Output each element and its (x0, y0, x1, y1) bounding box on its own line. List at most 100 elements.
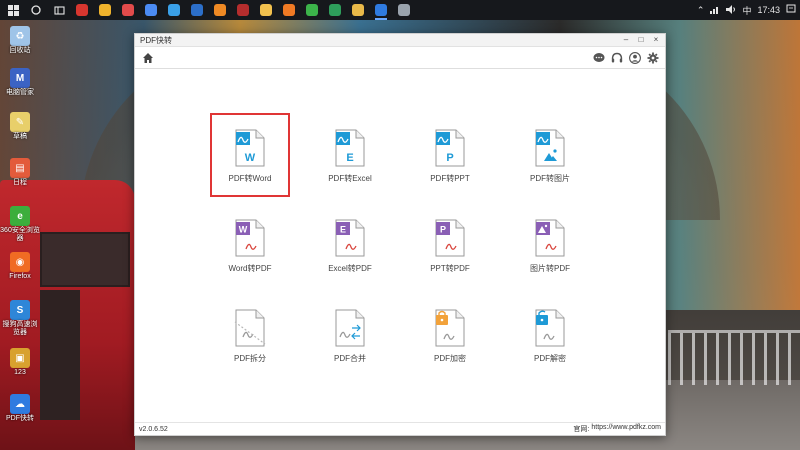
tool-tile[interactable]: PDF拆分 (205, 309, 295, 389)
tool-tile-label: 图片转PDF (530, 264, 570, 273)
app-orange-icon[interactable] (211, 3, 229, 17)
desktop-icon-label: 搜狗高速浏览器 (2, 321, 38, 336)
desktop-icon[interactable]: M 电脑管家 (0, 68, 40, 97)
desktop-icon[interactable]: S 搜狗高速浏览器 (0, 300, 40, 337)
taskbar-apps (73, 3, 418, 20)
wechat-icon-glyph (306, 4, 318, 16)
tool-tile[interactable]: 图片转PDF (505, 219, 595, 299)
tool-tile[interactable]: P PDF转PPT (405, 129, 495, 209)
search-icon[interactable] (27, 3, 45, 17)
pdf-quick-app-icon[interactable] (372, 3, 390, 20)
network-icon[interactable] (710, 5, 720, 16)
chrome-icon[interactable] (142, 3, 160, 17)
notification-icon[interactable] (786, 4, 796, 16)
pdf-decrypt-icon (534, 309, 566, 347)
minimize-button[interactable]: – (622, 35, 630, 45)
version-label: v2.0.6.52 (139, 425, 168, 433)
image-to-pdf-icon (534, 219, 566, 257)
task-view-icon[interactable] (50, 3, 68, 17)
desktop-icon[interactable]: ◉ Firefox (0, 252, 40, 281)
desktop-icon-image: e (10, 206, 30, 226)
file-explorer-icon[interactable] (349, 3, 367, 17)
home-icon[interactable] (141, 51, 155, 65)
clock[interactable]: 17:43 (757, 5, 780, 15)
tool-tile[interactable]: E Excel转PDF (305, 219, 395, 299)
file-explorer-icon-glyph (352, 4, 364, 16)
wallpaper-bus-window (40, 232, 130, 287)
app-red-icon-glyph (122, 4, 134, 16)
svg-text:E: E (340, 225, 346, 235)
app-folder-icon[interactable] (257, 3, 275, 17)
app-red-icon[interactable] (119, 3, 137, 17)
desktop-icon-image: ♻ (10, 26, 30, 46)
wallpaper-bus-door (40, 290, 80, 420)
app-gray-icon[interactable] (395, 3, 413, 17)
tool-tile[interactable]: W Word转PDF (205, 219, 295, 299)
window-titlebar[interactable]: PDF快转 – □ × (135, 34, 665, 47)
chat-icon[interactable] (592, 51, 605, 64)
pdf-encrypt-icon (434, 309, 466, 347)
desktop-icon-image: S (10, 300, 30, 320)
browser-yellow-icon[interactable] (96, 3, 114, 17)
gear-icon[interactable] (646, 51, 659, 64)
app-blue-2-icon[interactable] (188, 3, 206, 17)
tool-grid: W PDF转Word E PDF转Excel P PDF转PPT PDF转图片 W Word转P… (135, 69, 665, 421)
maximize-button[interactable]: □ (637, 35, 645, 45)
app-blue-icon[interactable] (165, 3, 183, 17)
desktop-icon[interactable]: ♻ 回收站 (0, 26, 40, 55)
browser-red-icon-glyph (76, 4, 88, 16)
desktop-icon[interactable]: ✎ 草稿 (0, 112, 40, 141)
tool-tile-label: PDF转图片 (530, 174, 570, 183)
desktop-icon-image: M (10, 68, 30, 88)
desktop-icon-label: 电脑管家 (6, 89, 34, 96)
tool-tile-label: PDF转Excel (328, 174, 372, 183)
wechat-icon[interactable] (303, 3, 321, 17)
desktop-icon-image: ✎ (10, 112, 30, 132)
tool-tile[interactable]: P PPT转PDF (405, 219, 495, 299)
app-orange-2-icon-glyph (283, 4, 295, 16)
close-button[interactable]: × (652, 35, 660, 45)
desktop-icon-image: ◉ (10, 252, 30, 272)
tool-tile[interactable]: PDF转图片 (505, 129, 595, 209)
pdf-to-excel-icon: E (334, 129, 366, 167)
tool-tile[interactable]: E PDF转Excel (305, 129, 395, 209)
tool-tile-label: PDF解密 (534, 354, 566, 363)
svg-text:P: P (440, 225, 446, 235)
selection-highlight (210, 113, 290, 197)
desktop-icon[interactable]: e 360安全浏览器 (0, 206, 40, 243)
chrome-icon-glyph (145, 4, 157, 16)
tool-tile-label: Word转PDF (228, 264, 272, 273)
excel-to-pdf-icon: E (334, 219, 366, 257)
volume-icon[interactable] (726, 4, 736, 16)
website-label: 官网: (573, 426, 590, 433)
headset-icon[interactable] (610, 51, 623, 64)
tool-tile-label: PDF拆分 (234, 354, 266, 363)
ppt-to-pdf-icon: P (434, 219, 466, 257)
pdf-merge-icon (334, 309, 366, 347)
svg-text:W: W (239, 225, 248, 235)
desktop-icon-label: 123 (14, 369, 26, 376)
user-icon[interactable] (628, 51, 641, 64)
app-green-icon[interactable] (326, 3, 344, 17)
website-link[interactable]: https://www.pdfkz.com (591, 424, 661, 434)
app-darkred-icon[interactable] (234, 3, 252, 17)
app-darkred-icon-glyph (237, 4, 249, 16)
desktop-icon-label: 回收站 (9, 47, 31, 54)
ime-indicator[interactable]: 中 (742, 4, 751, 17)
tool-tile[interactable]: PDF加密 (405, 309, 495, 389)
app-orange-2-icon[interactable] (280, 3, 298, 17)
desktop-icon-label: PDF快转 (6, 415, 34, 422)
browser-yellow-icon-glyph (99, 4, 111, 16)
taskbar: ⌃ 中 17:43 (0, 0, 800, 20)
browser-red-icon[interactable] (73, 3, 91, 17)
tool-tile-label: PDF加密 (434, 354, 466, 363)
app-gray-icon-glyph (398, 4, 410, 16)
tool-tile[interactable]: PDF解密 (505, 309, 595, 389)
desktop-icon[interactable]: ▣ 123 (0, 348, 40, 377)
tool-tile-label: Excel转PDF (328, 264, 372, 273)
tool-tile[interactable]: PDF合并 (305, 309, 395, 389)
tray-chevron-icon[interactable]: ⌃ (697, 5, 705, 16)
start-icon[interactable] (4, 3, 22, 17)
desktop-icon[interactable]: ▤ 日程 (0, 158, 40, 187)
desktop-icon[interactable]: ☁ PDF快转 (0, 394, 40, 423)
